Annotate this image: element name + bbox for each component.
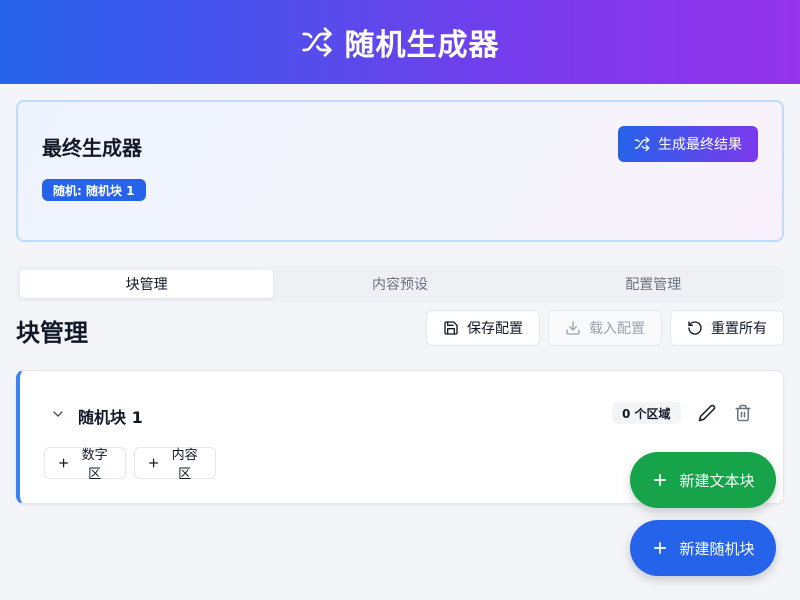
new-random-block-label: 新建随机块	[679, 539, 755, 558]
add-content-region-label: 内容区	[171, 447, 198, 481]
load-config-button[interactable]: 载入配置	[548, 310, 662, 346]
tab-bar: 块管理 内容预设 配置管理	[16, 266, 784, 302]
add-number-region-button[interactable]: 数字区	[44, 447, 126, 481]
new-text-block-button[interactable]: 新建文本块	[630, 452, 776, 508]
tab-block-management[interactable]: 块管理	[20, 270, 274, 298]
save-config-button[interactable]: 保存配置	[426, 310, 540, 346]
block-title: 随机块 1	[78, 408, 143, 427]
selected-block-badge: 随机: 随机块 1	[42, 179, 146, 201]
save-icon	[444, 321, 458, 335]
load-config-label: 载入配置	[589, 320, 645, 336]
reset-all-button[interactable]: 重置所有	[670, 310, 784, 346]
save-config-label: 保存配置	[467, 320, 523, 336]
new-random-block-button[interactable]: 新建随机块	[630, 520, 776, 576]
new-text-block-label: 新建文本块	[679, 471, 755, 490]
add-content-region-button[interactable]: 内容区	[134, 447, 216, 481]
tab-config-management[interactable]: 配置管理	[527, 270, 780, 298]
app-header: 随机生成器	[0, 0, 800, 84]
app-title: 随机生成器	[344, 28, 500, 63]
shuffle-icon	[634, 136, 650, 152]
add-number-region-label: 数字区	[81, 447, 108, 481]
region-count-badge: 0 个区域	[612, 402, 681, 424]
tab-content-presets[interactable]: 内容预设	[273, 270, 526, 298]
final-generator-title: 最终生成器	[42, 136, 142, 160]
reset-all-label: 重置所有	[711, 320, 767, 336]
chevron-down-icon[interactable]	[50, 406, 66, 422]
reset-icon	[688, 321, 702, 335]
plus-icon	[59, 458, 69, 468]
plus-icon	[149, 458, 159, 468]
shuffle-icon	[301, 27, 332, 57]
section-title: 块管理	[16, 319, 88, 347]
trash-icon[interactable]	[734, 404, 752, 422]
generate-final-label: 生成最终结果	[658, 136, 742, 152]
plus-icon	[654, 473, 667, 487]
plus-icon	[654, 541, 667, 555]
final-generator-card: 最终生成器 随机: 随机块 1 生成最终结果	[16, 100, 784, 242]
generate-final-button[interactable]: 生成最终结果	[618, 126, 758, 162]
edit-icon[interactable]	[698, 404, 716, 422]
download-icon	[566, 321, 580, 335]
